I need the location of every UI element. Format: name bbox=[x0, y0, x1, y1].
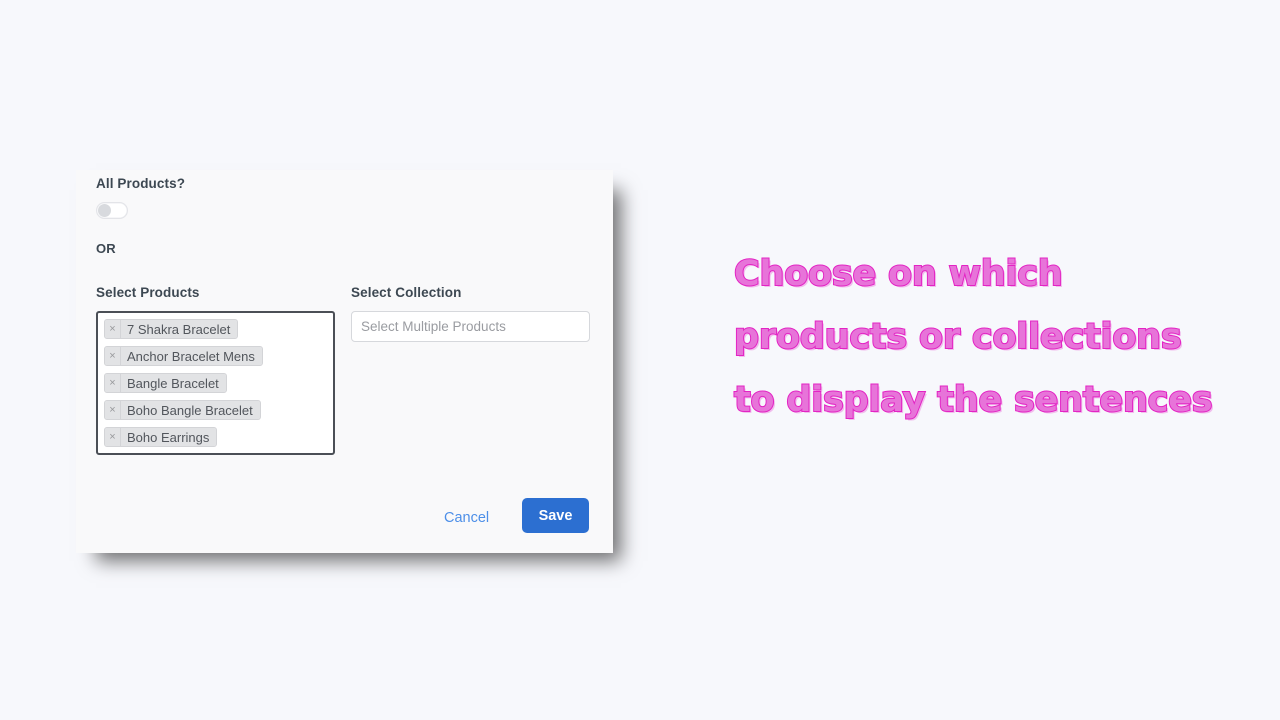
all-products-toggle[interactable] bbox=[96, 202, 128, 219]
screen: All Products? OR Select Products × 7 Shak… bbox=[0, 0, 1280, 720]
close-icon[interactable]: × bbox=[105, 347, 121, 365]
close-icon[interactable]: × bbox=[105, 320, 121, 338]
product-tag-label: Anchor Bracelet Mens bbox=[121, 347, 262, 365]
product-selection-modal: All Products? OR Select Products × 7 Shak… bbox=[76, 170, 613, 553]
select-products-multiselect[interactable]: × 7 Shakra Bracelet × Anchor Bracelet Mens ×… bbox=[96, 311, 335, 455]
product-tag[interactable]: × 7 Shakra Bracelet bbox=[104, 319, 239, 339]
save-button[interactable]: Save bbox=[522, 498, 589, 533]
or-separator-label: OR bbox=[96, 241, 116, 256]
product-tag[interactable]: × Anchor Bracelet Mens bbox=[104, 346, 263, 366]
modal-body: All Products? OR Select Products × 7 Shak… bbox=[76, 170, 613, 553]
all-products-label: All Products? bbox=[96, 176, 186, 191]
toggle-knob bbox=[98, 204, 111, 217]
close-icon[interactable]: × bbox=[105, 374, 121, 392]
cancel-button[interactable]: Cancel bbox=[436, 504, 497, 532]
product-tag[interactable]: × Boho Earrings bbox=[104, 427, 218, 447]
close-icon[interactable]: × bbox=[105, 428, 121, 446]
product-tag-label: Bangle Bracelet bbox=[121, 374, 226, 392]
select-products-label: Select Products bbox=[96, 285, 200, 300]
product-tag-label: 7 Shakra Bracelet bbox=[121, 320, 238, 338]
select-collection-label: Select Collection bbox=[351, 285, 462, 300]
product-tag-label: Boho Earrings bbox=[121, 428, 217, 446]
product-tag-label: Boho Bangle Bracelet bbox=[121, 401, 260, 419]
select-collection-input[interactable] bbox=[351, 311, 590, 342]
product-tag[interactable]: × Boho Bangle Bracelet bbox=[104, 400, 261, 420]
caption-text: Choose on which products or collections … bbox=[733, 253, 1214, 421]
close-icon[interactable]: × bbox=[105, 401, 121, 419]
product-tag[interactable]: × Bangle Bracelet bbox=[104, 373, 227, 393]
